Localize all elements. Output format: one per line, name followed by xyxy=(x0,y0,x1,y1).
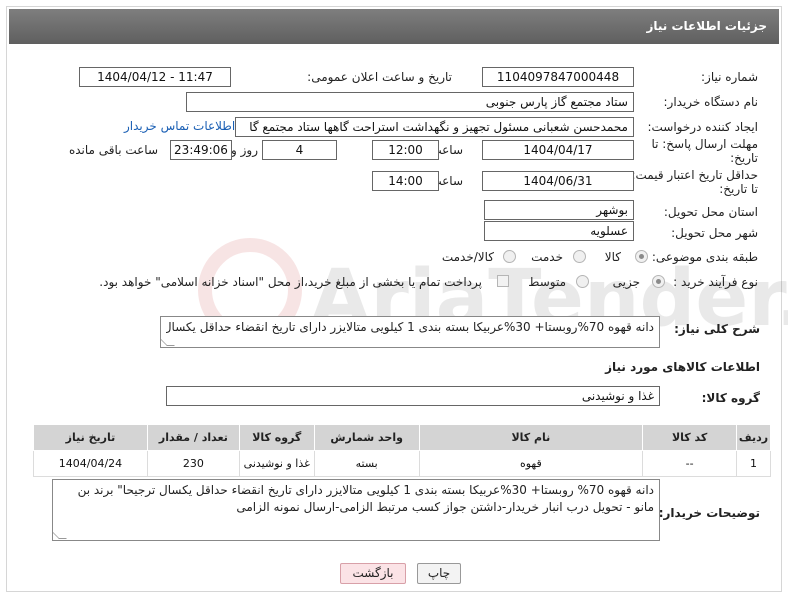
cell-row-number: 1 xyxy=(736,450,771,477)
price-validity-label-2: تا تاریخ: xyxy=(719,182,758,196)
buyer-contact-link[interactable]: اطلاعات تماس خریدار xyxy=(124,119,235,133)
goods-group-label: گروه کالا: xyxy=(701,391,760,405)
back-button[interactable]: بازگشت xyxy=(340,563,406,584)
treasury-payment-note: پرداخت تمام یا بخشی از مبلغ خرید،از محل … xyxy=(99,275,482,289)
cell-item-name: قهوه xyxy=(418,450,644,477)
delivery-province-field: بوشهر xyxy=(484,200,634,220)
need-number-field: 1104097847000448 xyxy=(482,67,634,87)
requester-field: محمدحسن شعبانی مسئول تجهیز و نگهداشت است… xyxy=(235,117,634,137)
category-radio-service[interactable] xyxy=(573,250,586,263)
purchase-option-medium: متوسط xyxy=(528,275,566,289)
cell-need-date: 1404/04/24 xyxy=(33,450,148,477)
page-header: جزئیات اطلاعات نیاز xyxy=(9,9,779,44)
purchase-radio-minor[interactable] xyxy=(652,275,665,288)
reply-deadline-date: 1404/04/17 xyxy=(482,140,634,160)
goods-table-header: ردیف کد کالا نام کالا واحد شمارش گروه کا… xyxy=(33,424,771,451)
cell-unit: بسته xyxy=(313,450,420,477)
description-label: شرح کلی نیاز: xyxy=(674,322,760,336)
requester-label: ایجاد کننده درخواست: xyxy=(647,120,758,134)
category-label: طبقه بندی موضوعی: xyxy=(651,250,758,264)
buyer-notes-textarea[interactable]: دانه قهوه 70% روبستا+ 30%عربیکا بسته بند… xyxy=(52,479,660,541)
buyer-org-label: نام دستگاه خریدار: xyxy=(663,95,759,109)
reply-deadline-label: مهلت ارسال پاسخ: تا xyxy=(651,137,758,151)
description-textarea[interactable]: دانه قهوه 70%روبستا+ 30%عربیکا بسته بندی… xyxy=(160,316,660,348)
category-radio-goods-service[interactable] xyxy=(503,250,516,263)
reply-days-label: روز و xyxy=(231,143,258,157)
col-header-item-code: کد کالا xyxy=(642,424,738,451)
cell-group: غذا و نوشیدنی xyxy=(238,450,315,477)
goods-table: ردیف کد کالا نام کالا واحد شمارش گروه کا… xyxy=(33,424,771,477)
remaining-time-label: ساعت باقی مانده xyxy=(68,143,158,157)
resize-handle-icon[interactable] xyxy=(53,531,67,539)
delivery-province-label: استان محل تحویل: xyxy=(663,205,758,219)
category-radio-goods[interactable] xyxy=(635,250,648,263)
price-validity-date: 1404/06/31 xyxy=(482,171,634,191)
price-validity-time: 14:00 xyxy=(372,171,439,191)
buyer-notes-text: دانه قهوه 70% روبستا+ 30%عربیکا بسته بند… xyxy=(77,483,654,514)
buyer-notes-label: توضیحات خریدار: xyxy=(658,506,760,520)
col-header-quantity: تعداد / مقدار xyxy=(146,424,240,451)
description-text: دانه قهوه 70%روبستا+ 30%عربیکا بسته بندی… xyxy=(166,320,654,334)
price-validity-label: حداقل تاریخ اعتبار قیمت: xyxy=(631,168,758,182)
delivery-city-label: شهر محل تحویل: xyxy=(671,226,758,240)
cell-quantity: 230 xyxy=(146,450,240,477)
delivery-city-field: عسلویه xyxy=(484,221,634,241)
purchase-option-minor: جزیی xyxy=(612,275,640,289)
goods-section-title: اطلاعات کالاهای مورد نیاز xyxy=(605,360,760,374)
col-header-group: گروه کالا xyxy=(238,424,315,451)
col-header-need-date: تاریخ نیاز xyxy=(33,424,148,451)
col-header-unit: واحد شمارش xyxy=(313,424,420,451)
buyer-org-field: ستاد مجتمع گاز پارس جنوبی xyxy=(186,92,634,112)
purchase-type-label: نوع فرآیند خرید : xyxy=(673,275,758,289)
col-header-row-number: ردیف xyxy=(736,424,771,451)
category-option-goods: کالا xyxy=(604,250,621,264)
col-header-item-name: نام کالا xyxy=(418,424,644,451)
print-button[interactable]: چاپ xyxy=(417,563,461,584)
purchase-radio-medium[interactable] xyxy=(576,275,589,288)
announce-datetime-field: 1404/04/12 - 11:47 xyxy=(79,67,231,87)
remaining-time-field: 23:49:06 xyxy=(170,140,232,160)
table-row: 1 -- قهوه بسته غذا و نوشیدنی 230 1404/04… xyxy=(33,450,771,477)
goods-group-field: غذا و نوشیدنی xyxy=(166,386,660,406)
need-number-label: شماره نیاز: xyxy=(701,70,758,84)
category-option-service: خدمت xyxy=(531,250,563,264)
reply-deadline-time: 12:00 xyxy=(372,140,439,160)
reply-days-field: 4 xyxy=(262,140,337,160)
reply-deadline-label-2: تاریخ: xyxy=(730,151,758,165)
treasury-payment-checkbox[interactable] xyxy=(497,275,509,287)
cell-item-code: -- xyxy=(642,450,738,477)
announce-datetime-label: تاریخ و ساعت اعلان عمومی: xyxy=(307,70,452,84)
resize-handle-icon[interactable] xyxy=(161,338,175,346)
category-option-goods-service: کالا/خدمت xyxy=(441,250,494,264)
